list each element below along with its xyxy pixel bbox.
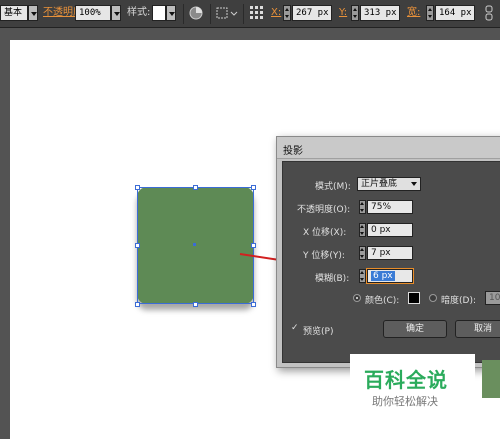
dialog-titlebar[interactable]: 投影 [277,137,500,159]
blur-label: 模糊(B): [315,274,350,284]
dialog-body: 模式(M): 正片叠底 不透明度(O): 75% X 位移(X): 0 px Y… [282,161,500,363]
darkness-radio[interactable] [429,294,437,302]
color-radio[interactable] [353,294,361,302]
preview-checkbox[interactable]: ✓ [291,323,299,333]
darkness-input[interactable]: 100 [485,291,500,305]
watermark: 百科全说 助你轻松解决 [350,354,475,416]
blur-input[interactable]: 6 px [366,268,414,284]
ok-button[interactable]: 确定 [383,320,447,338]
blur-value: 6 px [371,271,395,281]
watermark-title: 百科全说 [364,368,448,392]
watermark-subtitle: 助你轻松解决 [372,395,438,408]
y-offset-input[interactable]: 7 px [367,246,413,260]
opacity-stepper[interactable] [359,200,366,214]
green-shape-fragment [482,360,500,398]
x-offset-label: X 位移(X): [303,228,347,238]
preview-label: 预览(P) [303,327,334,337]
y-offset-label: Y 位移(Y): [303,251,345,261]
color-label: 颜色(C): [365,296,400,306]
blur-stepper[interactable] [359,269,366,283]
mode-value: 正片叠底 [361,179,398,189]
darkness-label: 暗度(D): [441,296,476,306]
cancel-button[interactable]: 取消 [455,320,500,338]
y-offset-stepper[interactable] [359,246,366,260]
mode-dropdown[interactable]: 正片叠底 [357,177,421,191]
opacity-label: 不透明度(O): [297,205,351,215]
opacity-input[interactable]: 75% [367,200,413,214]
x-offset-input[interactable]: 0 px [367,223,413,237]
app-window: 基本 不透明度 100% 样式: X: 267 px Y: 313 px 宽: … [0,0,500,439]
x-offset-stepper[interactable] [359,223,366,237]
chevron-down-icon [411,182,417,186]
color-swatch[interactable] [408,292,420,304]
dialog-title: 投影 [283,146,303,157]
drop-shadow-dialog: 投影 模式(M): 正片叠底 不透明度(O): 75% X 位移(X): 0 p… [276,136,500,368]
mode-label: 模式(M): [315,182,351,192]
